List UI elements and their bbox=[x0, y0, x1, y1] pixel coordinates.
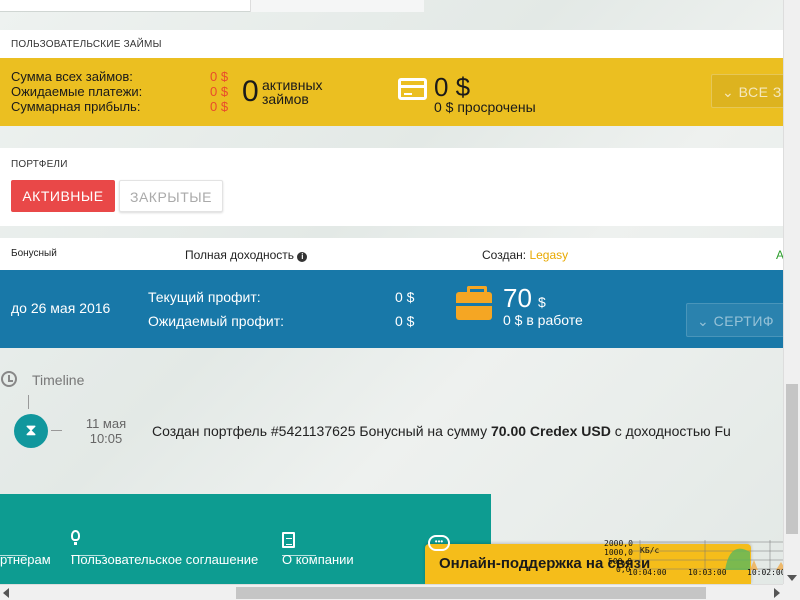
portfolio-row-header: Бонусный Полная доходность i Создан: Leg… bbox=[0, 238, 784, 270]
chevron-down-icon: ⌄ bbox=[722, 84, 739, 100]
all-loans-button[interactable]: ⌄ ВСЕ З bbox=[711, 74, 783, 108]
loans-summary-bar: Сумма всех займов: 0 $ Ожидаемые платежи… bbox=[0, 58, 783, 126]
certificate-button-label: СЕРТИФ bbox=[713, 313, 775, 329]
hourglass-icon: ⧗ bbox=[14, 414, 48, 448]
timeline-connector bbox=[28, 395, 29, 409]
expected-profit-value: 0 $ bbox=[395, 313, 415, 329]
all-loans-button-label: ВСЕ З bbox=[738, 84, 782, 100]
active-loans-count: 0 bbox=[242, 75, 259, 108]
loans-sum-value: 0 $ bbox=[210, 69, 229, 84]
scroll-right-arrow-icon[interactable] bbox=[774, 588, 780, 598]
timeline-event-time: 10:05 bbox=[89, 431, 123, 446]
timeline-title: Timeline bbox=[32, 372, 85, 388]
online-support-widget[interactable]: Онлайн-поддержка на связи bbox=[425, 544, 751, 584]
loans-profit-value: 0 $ bbox=[210, 99, 229, 114]
timeline-event-suffix: с доходностью Fu bbox=[610, 423, 731, 439]
document-icon bbox=[282, 532, 295, 548]
portfolio-amount-unit: $ bbox=[538, 294, 546, 310]
footer: ртнерам Пользовательское соглашение О ко… bbox=[0, 494, 491, 584]
timeline-event-date: 11 мая bbox=[85, 416, 127, 431]
loans-caption: ПОЛЬЗОВАТЕЛЬСКИЕ ЗАЙМЫ bbox=[11, 39, 162, 50]
top-card-edge-right bbox=[250, 0, 424, 12]
info-icon[interactable]: i bbox=[297, 252, 308, 262]
portfolios-caption: ПОРТФЕЛИ bbox=[11, 159, 68, 170]
portfolio-in-work: 0 $ в работе bbox=[503, 312, 583, 328]
vertical-scrollbar[interactable] bbox=[783, 0, 800, 584]
loans-sum-label: Сумма всех займов: bbox=[11, 69, 133, 84]
active-loans-label: активных займов bbox=[262, 77, 323, 107]
scrollbar-corner bbox=[783, 584, 800, 600]
chevron-down-icon: ⌄ bbox=[697, 313, 714, 329]
horizontal-scrollbar[interactable] bbox=[0, 584, 783, 600]
scroll-left-arrow-icon[interactable] bbox=[3, 588, 9, 598]
vertical-scroll-thumb[interactable] bbox=[786, 384, 798, 534]
footer-link-partners[interactable]: ртнерам bbox=[0, 552, 51, 567]
timeline-event-datetime: 11 мая 10:05 bbox=[76, 416, 136, 446]
history-icon bbox=[1, 371, 17, 387]
loans-overdue: 0 $ просрочены bbox=[434, 99, 536, 115]
portfolios-section-header: ПОРТФЕЛИ АКТИВНЫЕ ЗАКРЫТЫЕ bbox=[0, 148, 783, 226]
horizontal-scroll-thumb[interactable] bbox=[236, 587, 706, 599]
current-profit-label: Текущий профит: bbox=[148, 289, 261, 305]
loans-expected-value: 0 $ bbox=[210, 84, 229, 99]
portfolio-amount: 70 bbox=[503, 283, 532, 313]
created-info: Создан: Legasy bbox=[482, 248, 569, 262]
loans-expected-label: Ожидаемые платежи: bbox=[11, 84, 143, 99]
timeline-event-prefix: Создан портфель #5421137625 Бонусный на … bbox=[152, 423, 491, 439]
online-support-label: Онлайн-поддержка на связи bbox=[439, 555, 651, 572]
footer-link-about[interactable]: О компании bbox=[282, 552, 354, 567]
portfolio-name: Бонусный bbox=[11, 248, 57, 259]
tab-active[interactable]: АКТИВНЫЕ bbox=[11, 180, 115, 212]
expected-profit-label: Ожидаемый профит: bbox=[148, 313, 285, 329]
portfolio-until-date: до 26 мая 2016 bbox=[11, 300, 111, 316]
timeline-event-amount: 70.00 Credex USD bbox=[490, 423, 611, 439]
chat-bubble-icon: ••• bbox=[428, 535, 450, 551]
tab-closed[interactable]: ЗАКРЫТЫЕ bbox=[119, 180, 223, 212]
portfolio-summary-bar: до 26 мая 2016 Текущий профит: 0 $ Ожида… bbox=[0, 270, 783, 348]
created-by-link[interactable]: Legasy bbox=[529, 248, 568, 262]
timeline-event-text: Создан портфель #5421137625 Бонусный на … bbox=[152, 423, 731, 439]
certificate-button[interactable]: ⌄ СЕРТИФ bbox=[686, 303, 783, 337]
full-yield-label: Полная доходность i bbox=[185, 248, 308, 262]
timeline-dash bbox=[51, 430, 62, 431]
credit-card-icon bbox=[398, 78, 427, 100]
lightbulb-icon bbox=[71, 530, 80, 545]
loans-profit-label: Суммарная прибыль: bbox=[11, 99, 141, 114]
current-profit-value: 0 $ bbox=[395, 289, 415, 305]
loans-section-header: ПОЛЬЗОВАТЕЛЬСКИЕ ЗАЙМЫ bbox=[0, 30, 783, 58]
footer-link-agreement[interactable]: Пользовательское соглашение bbox=[71, 552, 258, 567]
briefcase-icon bbox=[456, 286, 492, 320]
scroll-down-arrow-icon[interactable] bbox=[787, 575, 797, 581]
